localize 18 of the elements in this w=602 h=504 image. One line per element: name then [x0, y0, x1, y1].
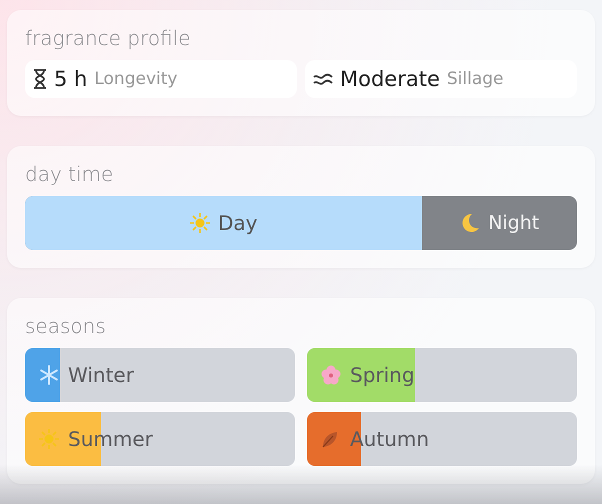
season-label: Spring [350, 363, 415, 387]
stat-label: Sillage [446, 69, 504, 89]
section-title: day time [25, 162, 114, 186]
sun-icon [190, 213, 210, 233]
section-title: fragrance profile [25, 26, 192, 50]
day-label: Day [218, 211, 258, 235]
hourglass-icon [33, 69, 47, 89]
stat-value: 5 h [54, 67, 88, 91]
stat-label: Longevity [94, 69, 178, 89]
section-title: seasons [25, 314, 107, 338]
snowflake-icon [39, 365, 59, 385]
sun-icon [39, 429, 59, 449]
season-label: Winter [68, 363, 134, 387]
waves-icon [313, 73, 333, 85]
moon-icon [460, 213, 480, 233]
blossom-icon [321, 365, 341, 385]
night-label: Night [488, 212, 540, 234]
stat-value: Moderate [340, 67, 440, 91]
